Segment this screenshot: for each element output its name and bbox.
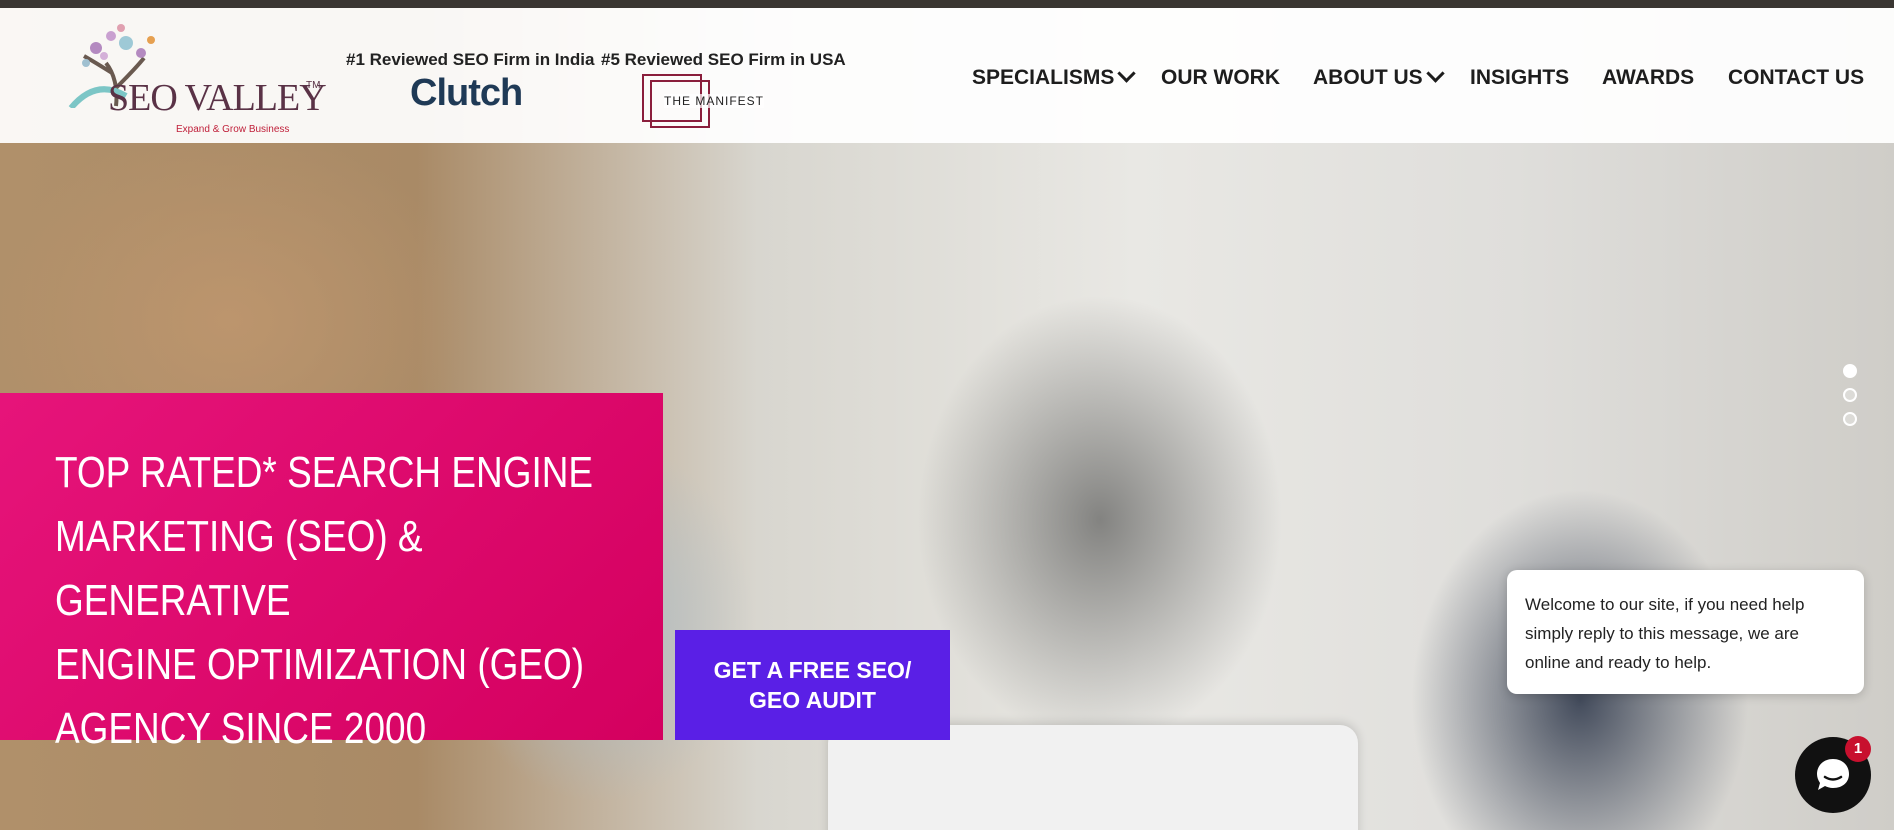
manifest-badge-text: #5 Reviewed SEO Firm in USA bbox=[601, 50, 846, 69]
site-header: SEO VALLEY TM Expand & Grow Business #1 … bbox=[0, 8, 1894, 143]
cta-label-line: GEO AUDIT bbox=[749, 687, 876, 713]
logo-brand-text: SEO VALLEY bbox=[108, 77, 327, 119]
chat-welcome-message[interactable]: Welcome to our site, if you need help si… bbox=[1507, 570, 1864, 694]
laptop-image bbox=[828, 725, 1358, 830]
chat-bubble-icon bbox=[1817, 759, 1849, 790]
manifest-logo[interactable]: THE MANIFEST bbox=[642, 74, 772, 128]
hero-headline-panel: TOP RATED* SEARCH ENGINE MARKETING (SEO)… bbox=[0, 393, 663, 753]
slider-pagination bbox=[1843, 364, 1857, 436]
nav-awards[interactable]: AWARDS bbox=[1602, 66, 1694, 90]
clutch-logo[interactable]: Clutch bbox=[410, 72, 523, 115]
nav-about-us[interactable]: ABOUT US bbox=[1313, 64, 1445, 90]
nav-label: ABOUT US bbox=[1313, 66, 1423, 89]
logo-trademark: TM bbox=[306, 80, 321, 91]
logo-tagline: Expand & Grow Business bbox=[176, 124, 290, 135]
slider-dot[interactable] bbox=[1843, 364, 1857, 378]
chat-unread-badge: 1 bbox=[1845, 736, 1871, 762]
hero-headline: TOP RATED* SEARCH ENGINE MARKETING (SEO)… bbox=[55, 441, 635, 761]
nav-label: AWARDS bbox=[1602, 66, 1695, 89]
cta-label-line: GET A FREE SEO/ bbox=[713, 657, 912, 683]
nav-label: CONTACT US bbox=[1728, 66, 1865, 89]
nav-contact-us[interactable]: CONTACT US bbox=[1728, 66, 1864, 90]
headline-line: TOP RATED* SEARCH ENGINE bbox=[55, 448, 594, 497]
nav-label: SPECIALISMS bbox=[972, 66, 1115, 89]
headline-line: MARKETING (SEO) & GENERATIVE bbox=[55, 512, 423, 625]
nav-label: OUR WORK bbox=[1161, 66, 1280, 89]
chevron-down-icon bbox=[1117, 64, 1137, 83]
headline-line: ENGINE OPTIMIZATION (GEO) bbox=[55, 640, 585, 689]
nav-specialisms[interactable]: SPECIALISMS bbox=[972, 64, 1137, 90]
seo-valley-logo[interactable]: SEO VALLEY TM Expand & Grow Business bbox=[66, 18, 328, 138]
nav-label: INSIGHTS bbox=[1470, 66, 1570, 89]
top-strip bbox=[0, 0, 1894, 8]
clutch-logo-text: Clutch bbox=[410, 72, 523, 114]
slider-dot[interactable] bbox=[1843, 412, 1857, 426]
clutch-badge-text: #1 Reviewed SEO Firm in India bbox=[346, 50, 595, 69]
nav-our-work[interactable]: OUR WORK bbox=[1161, 66, 1280, 90]
chevron-down-icon bbox=[1425, 64, 1445, 83]
manifest-logo-text: THE MANIFEST bbox=[664, 94, 765, 108]
nav-insights[interactable]: INSIGHTS bbox=[1470, 66, 1569, 90]
headline-line: AGENCY SINCE 2000 bbox=[55, 704, 427, 753]
slider-dot[interactable] bbox=[1843, 388, 1857, 402]
free-audit-button[interactable]: GET A FREE SEO/ GEO AUDIT bbox=[675, 630, 950, 740]
